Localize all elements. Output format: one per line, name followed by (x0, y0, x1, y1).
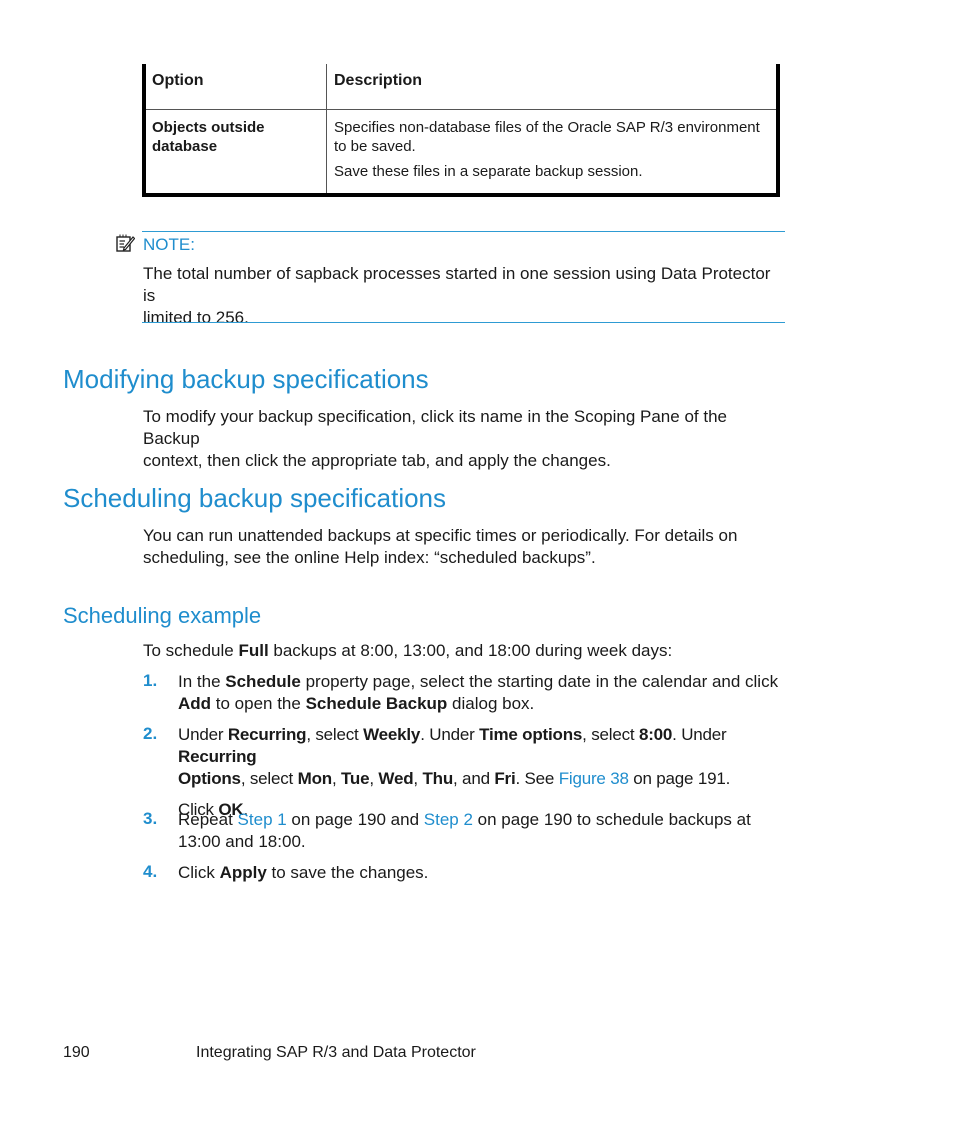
table-header-description: Description (334, 72, 423, 89)
note-pencil-icon (116, 234, 136, 252)
heading-modifying: Modifying backup specifications (63, 364, 429, 394)
step-1-text: In the Schedule property page, select th… (178, 672, 779, 713)
step-4-text: Click Apply to save the changes. (178, 863, 429, 882)
paragraph-line: scheduling, see the online Help index: “… (143, 548, 596, 567)
table-row-description: Specifies non-database files of the Orac… (334, 118, 779, 181)
note-top-rule (142, 231, 785, 232)
heading-scheduling: Scheduling backup specifications (63, 483, 447, 513)
step-1-link[interactable]: Step 1 (238, 810, 287, 829)
header-divider (146, 109, 776, 110)
paragraph-line: You can run unattended backups at specif… (143, 526, 738, 545)
table-header-option: Option (152, 72, 204, 89)
step-number: 3. (143, 809, 158, 828)
description-extra: Save these files in a separate backup se… (334, 163, 643, 180)
description-line: to be saved. (334, 138, 416, 155)
note-bottom-rule (142, 322, 785, 323)
note-body: The total number of sapback processes st… (143, 263, 783, 329)
figure-38-link[interactable]: Figure 38 (559, 769, 629, 788)
step-2-text: Under Recurring, select Weekly. Under Ti… (178, 724, 788, 821)
option-line: Objects outside (152, 119, 265, 136)
scheduling-paragraph: You can run unattended backups at specif… (143, 525, 788, 569)
example-intro: To schedule Full backups at 8:00, 13:00,… (143, 641, 673, 660)
step-number: 2. (143, 724, 158, 743)
heading-scheduling-example: Scheduling example (63, 603, 262, 628)
step-number: 1. (143, 671, 158, 690)
modifying-paragraph: To modify your backup specification, cli… (143, 406, 788, 472)
description-line: Specifies non-database files of the Orac… (334, 119, 760, 136)
note-label: NOTE: (143, 235, 195, 254)
paragraph-line: context, then click the appropriate tab,… (143, 451, 611, 470)
column-divider (326, 64, 327, 193)
option-line: database (152, 138, 218, 155)
step-2-link[interactable]: Step 2 (424, 810, 473, 829)
note-line: limited to 256. (143, 308, 249, 327)
page-number: 190 (63, 1044, 90, 1061)
paragraph-line: To modify your backup specification, cli… (143, 407, 727, 448)
note-line: The total number of sapback processes st… (143, 264, 771, 305)
step-3-text: Repeat Step 1 on page 190 and Step 2 on … (178, 810, 751, 851)
table-row-option: Objects outside database (152, 118, 322, 156)
chapter-title: Integrating SAP R/3 and Data Protector (196, 1044, 476, 1061)
options-table: Option Description Objects outside datab… (142, 64, 780, 197)
step-number: 4. (143, 862, 158, 881)
